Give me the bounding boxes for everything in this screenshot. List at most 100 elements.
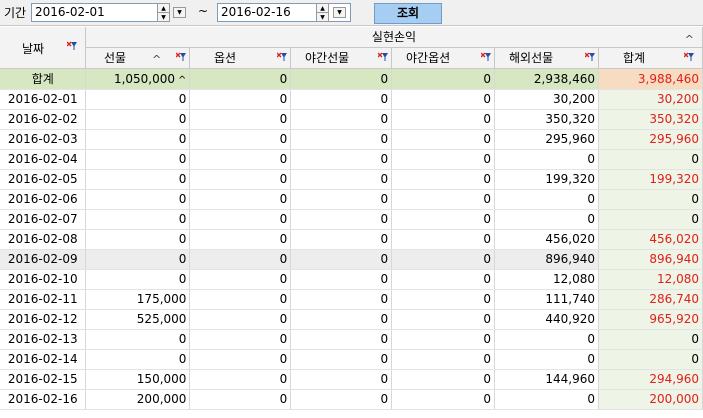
value-cell: 0: [391, 269, 496, 290]
column-header-night-options[interactable]: 야간옵션: [392, 48, 495, 69]
value-cell: 0: [391, 109, 496, 130]
end-date-input[interactable]: 2016-02-16: [217, 3, 351, 22]
table-row[interactable]: 2016-02-11 175,000 0 0 0 111,740 286,740: [0, 289, 703, 310]
collapse-caret-icon[interactable]: ^: [685, 30, 694, 50]
total-cell: 896,940: [598, 249, 703, 270]
sum-row[interactable]: 합계 1,050,000 ^ 0 0 0 2,938,460 3,988,460: [0, 69, 703, 90]
start-date-input[interactable]: 2016-02-01: [31, 3, 165, 22]
table-row[interactable]: 2016-02-12 525,000 0 0 0 440,920 965,920: [0, 309, 703, 330]
table-row[interactable]: 2016-02-05 0 0 0 0 199,320 199,320: [0, 169, 703, 190]
column-header-futures[interactable]: 선물 ^: [86, 48, 190, 69]
table-row[interactable]: 2016-02-08 0 0 0 0 456,020 456,020: [0, 229, 703, 250]
column-header-options[interactable]: 옵션: [190, 48, 291, 69]
table-row[interactable]: 2016-02-15 150,000 0 0 0 144,960 294,960: [0, 369, 703, 390]
filter-icon[interactable]: [176, 52, 186, 62]
date-cell: 2016-02-06: [0, 189, 87, 210]
start-date-spin-down-icon[interactable]: ▼: [157, 12, 170, 22]
value-cell: 0: [85, 329, 191, 350]
value-cell: 0: [85, 89, 191, 110]
table-row[interactable]: 2016-02-16 200,000 0 0 0 0 200,000: [0, 389, 703, 410]
value-cell: 0: [391, 309, 496, 330]
table-row[interactable]: 2016-02-02 0 0 0 0 350,320 350,320: [0, 109, 703, 130]
end-date-dropdown-icon[interactable]: ▼: [333, 7, 346, 18]
table-row[interactable]: 2016-02-06 0 0 0 0 0 0: [0, 189, 703, 210]
value-cell: 0: [189, 329, 292, 350]
query-button[interactable]: 조회: [374, 3, 442, 24]
start-date-dropdown-icon[interactable]: ▼: [173, 7, 186, 18]
value-cell: 144,960: [494, 369, 599, 390]
value-cell: 0: [189, 309, 292, 330]
date-cell: 2016-02-10: [0, 269, 87, 290]
value-cell: 0: [391, 129, 496, 150]
value-cell: 0: [290, 149, 393, 170]
total-cell: 350,320: [598, 109, 703, 130]
sum-cell: 0: [189, 69, 292, 90]
value-cell: 0: [189, 349, 292, 370]
value-cell: 0: [494, 389, 599, 410]
table-row[interactable]: 2016-02-09 0 0 0 0 896,940 896,940: [0, 249, 703, 270]
value-cell: 0: [290, 349, 393, 370]
table-row[interactable]: 2016-02-07 0 0 0 0 0 0: [0, 209, 703, 230]
pnl-table-body: 합계 1,050,000 ^ 0 0 0 2,938,460 3,988,460 …: [0, 69, 703, 410]
value-cell: 0: [85, 269, 191, 290]
value-cell: 0: [391, 169, 496, 190]
table-row[interactable]: 2016-02-13 0 0 0 0 0 0: [0, 329, 703, 350]
total-cell: 0: [598, 149, 703, 170]
date-cell: 2016-02-01: [0, 89, 87, 110]
filter-icon[interactable]: [481, 52, 491, 62]
value-cell: 111,740: [494, 289, 599, 310]
value-cell: 0: [391, 329, 496, 350]
total-cell: 0: [598, 209, 703, 230]
column-header-total[interactable]: 합계: [599, 48, 703, 69]
value-cell: 0: [494, 149, 599, 170]
value-cell: 0: [290, 129, 393, 150]
value-cell: 0: [85, 209, 191, 230]
date-column-header[interactable]: 날짜: [0, 27, 86, 69]
table-row[interactable]: 2016-02-03 0 0 0 0 295,960 295,960: [0, 129, 703, 150]
filter-icon[interactable]: [378, 52, 388, 62]
end-date-spin-down-icon[interactable]: ▼: [316, 12, 329, 22]
table-row[interactable]: 2016-02-10 0 0 0 0 12,080 12,080: [0, 269, 703, 290]
sort-caret-icon: ^: [178, 74, 187, 86]
value-cell: 350,320: [494, 109, 599, 130]
date-cell: 2016-02-07: [0, 209, 87, 230]
sum-row-label: 합계: [0, 69, 87, 90]
date-cell: 2016-02-16: [0, 389, 87, 410]
filter-icon[interactable]: [684, 52, 694, 62]
value-cell: 0: [85, 109, 191, 130]
date-cell: 2016-02-04: [0, 149, 87, 170]
date-cell: 2016-02-09: [0, 249, 87, 270]
range-separator: ~: [198, 4, 209, 18]
column-header-overseas-futures[interactable]: 해외선물: [495, 48, 599, 69]
date-cell: 2016-02-12: [0, 309, 87, 330]
filter-icon[interactable]: [67, 41, 77, 51]
table-row[interactable]: 2016-02-14 0 0 0 0 0 0: [0, 349, 703, 370]
value-cell: 0: [290, 389, 393, 410]
value-cell: 0: [85, 189, 191, 210]
total-cell: 456,020: [598, 229, 703, 250]
value-cell: 0: [189, 89, 292, 110]
value-cell: 0: [290, 289, 393, 310]
sum-cell: 0: [391, 69, 496, 90]
value-cell: 0: [391, 249, 496, 270]
value-cell: 0: [391, 149, 496, 170]
value-cell: 0: [290, 109, 393, 130]
value-cell: 0: [189, 209, 292, 230]
value-cell: 0: [391, 389, 496, 410]
table-row[interactable]: 2016-02-04 0 0 0 0 0 0: [0, 149, 703, 170]
value-cell: 896,940: [494, 249, 599, 270]
table-row[interactable]: 2016-02-01 0 0 0 0 30,200 30,200: [0, 89, 703, 110]
total-cell: 0: [598, 189, 703, 210]
column-header-night-futures[interactable]: 야간선물: [291, 48, 392, 69]
total-cell: 199,320: [598, 169, 703, 190]
date-cell: 2016-02-11: [0, 289, 87, 310]
value-cell: 0: [391, 209, 496, 230]
filter-icon[interactable]: [585, 52, 595, 62]
value-cell: 525,000: [85, 309, 191, 330]
group-header-label: 실현손익: [371, 30, 417, 44]
value-cell: 0: [290, 309, 393, 330]
sort-caret-icon[interactable]: ^: [152, 50, 161, 70]
date-cell: 2016-02-02: [0, 109, 87, 130]
date-header-label: 날짜: [22, 42, 45, 56]
filter-icon[interactable]: [277, 52, 287, 62]
